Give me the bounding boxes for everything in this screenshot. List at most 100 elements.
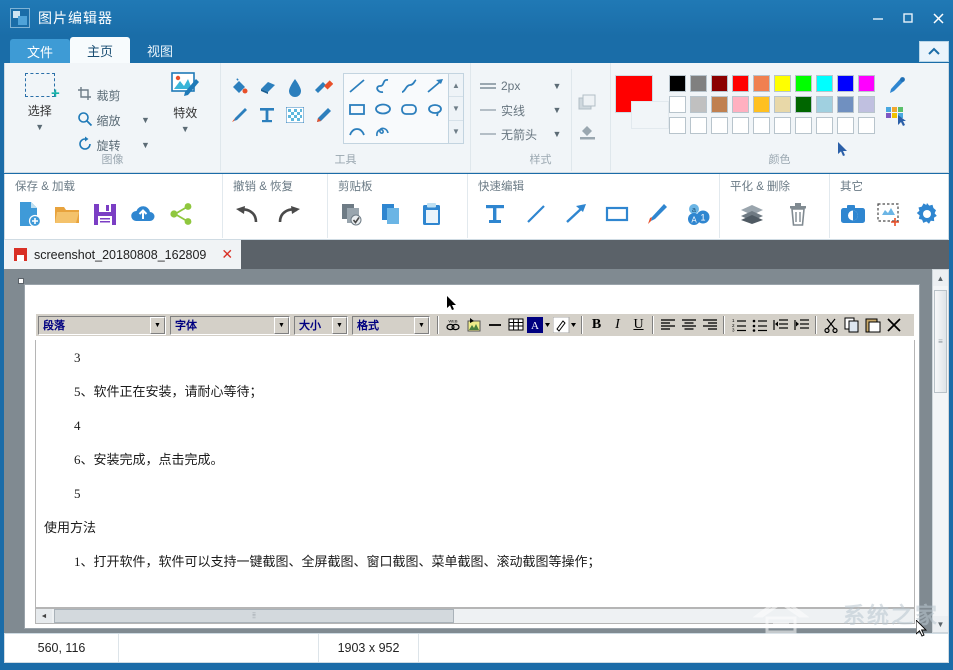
line-width-row[interactable]: 2px ▼ [475, 75, 567, 97]
eyedropper-icon[interactable] [885, 75, 907, 102]
color-swatch-1-3[interactable] [711, 75, 728, 92]
color-swatch-3-10[interactable] [858, 117, 875, 134]
text-icon[interactable] [482, 199, 509, 229]
fill-style-icon[interactable] [578, 123, 598, 146]
bold-icon[interactable]: B [586, 315, 607, 335]
camera-icon[interactable] [840, 199, 867, 229]
document-tab[interactable]: screenshot_20180808_162809 ✕ [4, 240, 242, 269]
editor-cut-icon[interactable] [820, 315, 841, 335]
line-icon[interactable] [523, 199, 550, 229]
color-swatch-1-10[interactable] [858, 75, 875, 92]
polyline-shape[interactable] [396, 74, 422, 97]
rectangle-shape[interactable] [344, 97, 370, 120]
align-left-icon[interactable] [657, 315, 678, 335]
fill-bucket-icon[interactable] [225, 73, 253, 101]
tab-home[interactable]: 主页 [70, 37, 131, 63]
color-swatch-1-6[interactable] [774, 75, 791, 92]
vscroll-track[interactable]: ≡ [933, 286, 948, 616]
color-swatch-2-10[interactable] [858, 96, 875, 113]
collapse-ribbon-button[interactable] [919, 41, 949, 62]
color-swatch-2-5[interactable] [753, 96, 770, 113]
secondary-color-swatch[interactable] [631, 101, 669, 129]
select-dropdown-caret[interactable]: ▼ [35, 122, 44, 132]
color-swatch-1-7[interactable] [795, 75, 812, 92]
color-swatch-3-3[interactable] [711, 117, 728, 134]
color-swatch-2-2[interactable] [690, 96, 707, 113]
format-combo[interactable]: 格式 ▼ [352, 315, 430, 335]
color-swatch-3-2[interactable] [690, 117, 707, 134]
arrow-style-caret[interactable]: ▼ [547, 129, 567, 139]
outdent-icon[interactable] [770, 315, 791, 335]
color-swatch-1-5[interactable] [753, 75, 770, 92]
close-button[interactable] [923, 0, 953, 36]
color-swatch-3-5[interactable] [753, 117, 770, 134]
cut-icon[interactable] [338, 199, 366, 229]
shape-scroll-up[interactable]: ▲ [449, 74, 463, 98]
settings-gear-icon[interactable] [913, 199, 940, 229]
scribble-shape[interactable] [370, 120, 396, 143]
clear-icon[interactable] [883, 315, 904, 335]
text-tool-icon[interactable] [253, 101, 281, 129]
vscroll-up-button[interactable]: ▲ [933, 270, 948, 286]
flatten-layers-icon[interactable] [738, 199, 766, 229]
color-swatch-1-8[interactable] [816, 75, 833, 92]
hscroll-left-button[interactable]: ◄ [36, 609, 52, 623]
canvas-area[interactable]: 段落 ▼ 字体 ▼ 大小 ▼ 格式 ▼ WEB A B I U 1 2 3 3 … [4, 269, 949, 633]
paste-icon[interactable] [418, 199, 446, 229]
color-swatch-2-4[interactable] [732, 96, 749, 113]
marker-icon[interactable] [309, 73, 337, 101]
minimize-button[interactable] [863, 0, 893, 36]
color-swatch-2-3[interactable] [711, 96, 728, 113]
font-color-icon[interactable]: A [526, 315, 552, 335]
italic-icon[interactable]: I [607, 315, 628, 335]
color-swatch-3-6[interactable] [774, 117, 791, 134]
effects-dropdown-caret[interactable]: ▼ [181, 124, 190, 134]
vscroll-down-button[interactable]: ▼ [933, 616, 948, 632]
color-swatch-1-9[interactable] [837, 75, 854, 92]
arrow-icon[interactable] [563, 199, 590, 229]
hscroll-thumb[interactable]: ⦙⦙ [54, 609, 454, 623]
format-combo-caret[interactable]: ▼ [414, 316, 429, 334]
rounded-rect-shape[interactable] [396, 97, 422, 120]
paragraph-combo-caret[interactable]: ▼ [150, 316, 165, 334]
align-center-icon[interactable] [678, 315, 699, 335]
color-swatch-2-7[interactable] [795, 96, 812, 113]
new-file-icon[interactable] [15, 199, 43, 229]
canvas-vscrollbar[interactable]: ▲ ≡ ▼ [932, 269, 949, 633]
share-icon[interactable] [167, 199, 195, 229]
horizontal-rule-icon[interactable] [484, 315, 505, 335]
color-swatch-3-8[interactable] [816, 117, 833, 134]
line-style-row[interactable]: 实线 ▼ [475, 99, 567, 121]
document-hscrollbar[interactable]: ◄ ⦙⦙ [35, 608, 915, 624]
arrow-style-row[interactable]: 无箭头 ▼ [475, 123, 567, 145]
tab-file[interactable]: 文件 [10, 39, 71, 63]
line-style-caret[interactable]: ▼ [547, 105, 567, 115]
delete-trash-icon[interactable] [784, 199, 812, 229]
font-combo[interactable]: 字体 ▼ [170, 315, 290, 335]
highlight-color-icon[interactable] [552, 315, 578, 335]
callout-shape[interactable] [422, 97, 448, 120]
color-swatch-2-9[interactable] [837, 96, 854, 113]
new-capture-icon[interactable] [877, 199, 904, 229]
color-swatch-3-7[interactable] [795, 117, 812, 134]
color-swatch-2-8[interactable] [816, 96, 833, 113]
editor-copy-icon[interactable] [841, 315, 862, 335]
align-right-icon[interactable] [699, 315, 720, 335]
vscroll-thumb[interactable]: ≡ [934, 290, 947, 393]
ellipse-shape[interactable] [370, 97, 396, 120]
zoom-button[interactable]: 缩放 ▼ [73, 108, 155, 132]
document-text-area[interactable]: 3 5、软件正在安装，请耐心等待； 4 6、安装完成，点击完成。 5 使用方法 1、打开软件… [35, 340, 915, 608]
crop-button[interactable]: 裁剪 [73, 83, 155, 107]
underline-icon[interactable]: U [628, 315, 649, 335]
editor-paste-icon[interactable] [862, 315, 883, 335]
shadow-style-icon[interactable] [578, 94, 598, 117]
mosaic-icon[interactable] [281, 101, 309, 129]
color-swatch-3-9[interactable] [837, 117, 854, 134]
brush-icon[interactable] [225, 101, 253, 129]
insert-table-icon[interactable] [505, 315, 526, 335]
upload-cloud-icon[interactable] [129, 199, 157, 229]
arrow-shape[interactable] [422, 74, 448, 97]
size-combo[interactable]: 大小 ▼ [294, 315, 348, 335]
copy-icon[interactable] [378, 199, 406, 229]
maximize-button[interactable] [893, 0, 923, 36]
